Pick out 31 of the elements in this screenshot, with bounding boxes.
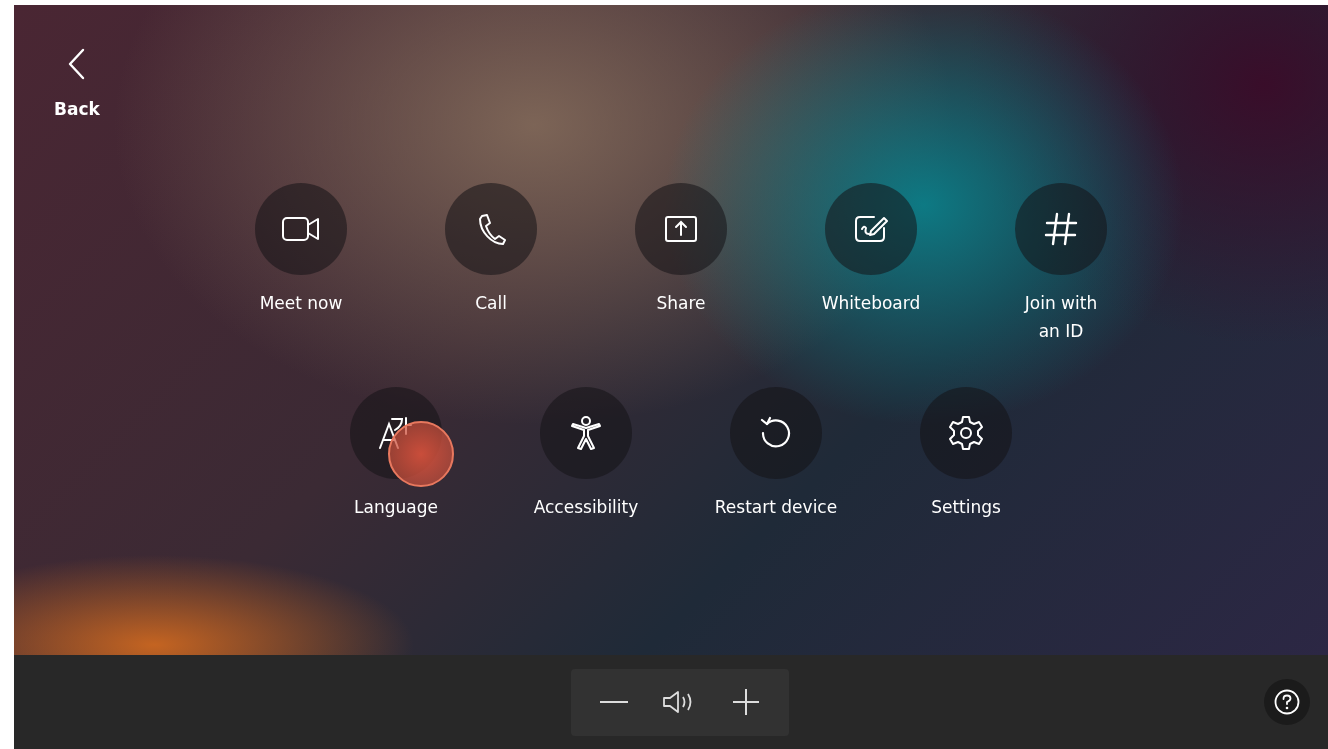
share-tile[interactable]: Share xyxy=(586,183,776,345)
minus-icon xyxy=(599,700,629,704)
whiteboard-icon xyxy=(854,214,888,244)
tile-label: Meet now xyxy=(259,292,343,315)
phone-tile[interactable]: Call xyxy=(396,183,586,345)
tile-label: Restart device xyxy=(714,496,838,519)
restart-tile[interactable]: Restart device xyxy=(681,387,871,521)
tile-label: Accessibility xyxy=(533,496,639,519)
tile-label: Join with xyxy=(1024,292,1098,315)
help-question-icon xyxy=(1274,689,1300,715)
tile-label: an ID xyxy=(1038,320,1084,343)
back-button[interactable]: Back xyxy=(54,47,100,119)
phone-icon xyxy=(476,213,506,245)
plus-icon xyxy=(732,688,760,716)
share-screen-icon xyxy=(664,214,698,244)
accessibility-person-icon xyxy=(569,415,603,451)
help-button[interactable] xyxy=(1264,679,1310,725)
tile-label: Language xyxy=(354,496,438,519)
hashtag-icon xyxy=(1043,211,1079,247)
hash-tile[interactable]: Join with an ID xyxy=(966,183,1156,345)
settings-tile[interactable]: Settings xyxy=(871,387,1061,521)
whiteboard-tile[interactable]: Whiteboard xyxy=(776,183,966,345)
accessibility-tile[interactable]: Accessibility xyxy=(491,387,681,521)
tile-label: Share xyxy=(656,292,706,315)
tile-label: Whiteboard xyxy=(821,292,921,315)
tile-label: Settings xyxy=(931,496,1001,519)
video-tile[interactable]: Meet now xyxy=(206,183,396,345)
tile-label: Call xyxy=(475,292,507,315)
video-camera-icon xyxy=(281,214,321,244)
settings-icon xyxy=(948,415,984,451)
restart-icon xyxy=(759,416,793,450)
